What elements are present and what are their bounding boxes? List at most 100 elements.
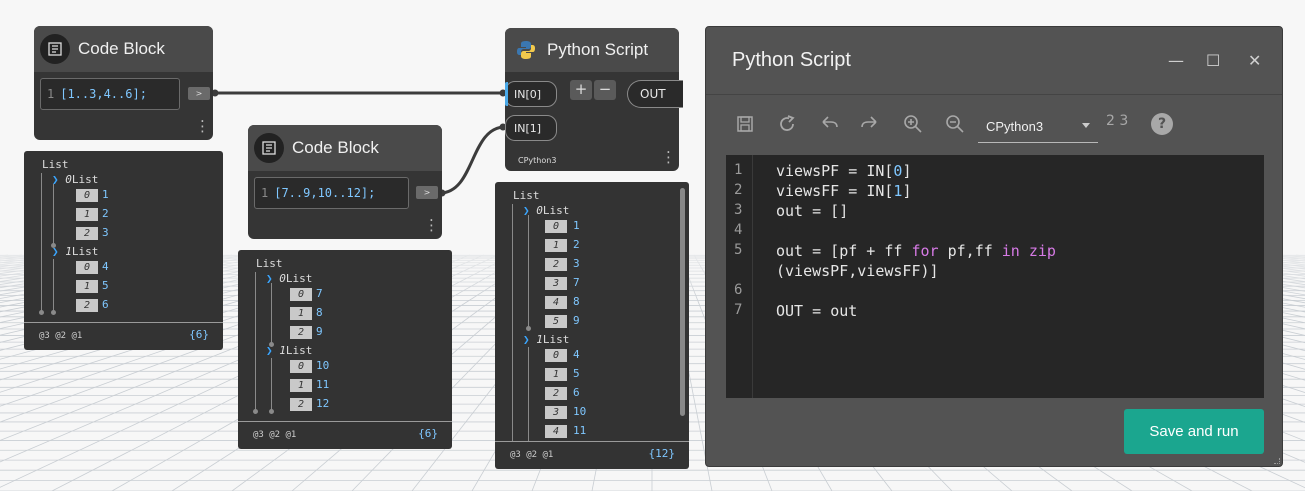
code-input[interactable]: 1 [1..3,4..6];	[40, 78, 180, 110]
output-port[interactable]: >	[188, 87, 210, 100]
code-line: viewsFF = IN[1]	[776, 182, 912, 200]
item-index: 1	[290, 307, 312, 320]
node-header[interactable]: Python Script	[505, 28, 679, 72]
item-index: 0	[290, 288, 312, 301]
preview-bubble-2[interactable]: List ❯ 0List 0 7 1 8 2 9 ❯ 1List 0 10 1 …	[238, 250, 452, 449]
item-value: 7	[573, 276, 580, 289]
output-port[interactable]: >	[416, 186, 438, 199]
item-index: 2	[76, 227, 98, 240]
chevron-right-icon: ❯	[52, 173, 59, 186]
preview-scrollbar[interactable]	[680, 188, 685, 416]
input-port-in1[interactable]: IN[1]	[505, 115, 557, 141]
item-value: 6	[573, 386, 580, 399]
save-icon[interactable]	[734, 113, 756, 135]
code-block-node-2[interactable]: Code Block 1 [7..9,10..12]; > ⋮	[248, 125, 442, 239]
save-and-run-button[interactable]: Save and run	[1124, 409, 1264, 454]
item-index: 3	[545, 277, 567, 290]
preview-root-label: List	[256, 257, 283, 270]
preview-bubble-3[interactable]: List ❯ 0List 0 1 1 2 2 3 3 7 4 8 5 9 ❯ 1…	[495, 182, 689, 469]
list-group-1[interactable]: ❯ 1List	[266, 344, 312, 357]
help-icon[interactable]: ?	[1151, 113, 1173, 135]
item-value: 10	[316, 359, 330, 372]
level-indicator[interactable]: @3 @2 @1	[253, 430, 296, 440]
line-number: 2	[734, 182, 743, 198]
chevron-right-icon: ❯	[523, 333, 530, 346]
item-value: 5	[102, 279, 109, 292]
port-label: IN[1]	[514, 121, 542, 135]
list-group-0[interactable]: ❯ 0List	[266, 272, 312, 285]
tree-line	[53, 259, 54, 311]
tree-line	[41, 173, 42, 313]
zoom-out-icon[interactable]	[944, 113, 966, 135]
maximize-icon[interactable]: ☐	[1206, 51, 1220, 70]
item-index: 1	[76, 280, 98, 293]
code-line-number: 1	[47, 87, 55, 101]
engine-value: CPython3	[986, 119, 1044, 134]
port-label: IN[0]	[514, 87, 542, 101]
item-index: 1	[545, 239, 567, 252]
node-header[interactable]: Code Block	[248, 125, 442, 171]
python-editor-window[interactable]: Python Script — ☐ ✕ CPython3 2 3 ? 1 2 3…	[705, 26, 1283, 467]
code-editor[interactable]: 1 2 3 4 5 6 7 viewsPF = IN[0] viewsFF = …	[726, 155, 1264, 398]
divider	[495, 441, 689, 442]
remove-input-button[interactable]: −	[594, 80, 616, 100]
code-line: OUT = out	[776, 302, 858, 320]
line-number: 7	[734, 302, 743, 318]
input-port-in0[interactable]: IN[0]	[505, 81, 557, 107]
python-script-node[interactable]: Python Script IN[0] IN[1] + − OUT CPytho…	[505, 28, 683, 171]
item-value: 5	[573, 367, 580, 380]
code-text: [7..9,10..12];	[274, 186, 376, 200]
redo-icon[interactable]	[859, 113, 881, 135]
title-divider	[706, 94, 1282, 95]
output-port-out[interactable]: OUT	[627, 80, 683, 108]
chevron-right-icon: ❯	[266, 344, 273, 357]
item-value: 9	[316, 325, 323, 338]
migrate-label: 2 3	[1106, 113, 1129, 129]
migrate-python-icon[interactable]: 2 3	[1106, 113, 1132, 137]
resize-grip-icon[interactable]	[1274, 458, 1280, 464]
list-group-0[interactable]: ❯ 0List	[52, 173, 98, 186]
node-menu-icon[interactable]: ⋮	[424, 218, 439, 233]
item-value: 4	[102, 260, 109, 273]
preview-root-label: List	[42, 158, 69, 171]
refresh-icon[interactable]	[776, 113, 798, 135]
undo-icon[interactable]	[818, 113, 840, 135]
preview-bubble-1[interactable]: List ❯ 0List 0 1 1 2 2 3 ❯ 1List 0 4 1 5…	[24, 151, 223, 350]
item-value: 1	[102, 188, 109, 201]
line-number: 6	[734, 282, 743, 298]
tree-line	[528, 347, 529, 442]
level-indicator[interactable]: @3 @2 @1	[39, 331, 82, 341]
tree-dot	[269, 409, 274, 414]
list-group-0[interactable]: ❯ 0List	[523, 204, 569, 217]
item-value: 4	[573, 348, 580, 361]
code-line: out = []	[776, 202, 849, 220]
graph-canvas[interactable]: Code Block 1 [1..3,4..6]; > ⋮ List ❯ 0Li…	[0, 0, 1305, 491]
item-index: 2	[545, 258, 567, 271]
item-index: 1	[76, 208, 98, 221]
add-input-button[interactable]: +	[570, 80, 592, 100]
code-block-node-1[interactable]: Code Block 1 [1..3,4..6]; > ⋮	[34, 26, 213, 140]
node-header[interactable]: Code Block	[34, 26, 213, 72]
line-number: 3	[734, 202, 743, 218]
item-index: 2	[545, 387, 567, 400]
item-value: 3	[102, 226, 109, 239]
list-group-1[interactable]: ❯ 1List	[52, 245, 98, 258]
node-menu-icon[interactable]: ⋮	[661, 150, 676, 165]
group-label: List	[71, 245, 99, 258]
minimize-icon[interactable]: —	[1168, 51, 1184, 70]
close-icon[interactable]: ✕	[1248, 51, 1261, 70]
item-value: 2	[573, 238, 580, 251]
item-index: 0	[545, 220, 567, 233]
node-menu-icon[interactable]: ⋮	[195, 119, 210, 134]
python-logo-icon	[511, 35, 541, 65]
list-group-1[interactable]: ❯ 1List	[523, 333, 569, 346]
item-index: 0	[76, 189, 98, 202]
engine-dropdown[interactable]: CPython3	[978, 111, 1098, 143]
zoom-in-icon[interactable]	[902, 113, 924, 135]
level-indicator[interactable]: @3 @2 @1	[510, 450, 553, 460]
engine-label: CPython3	[518, 156, 557, 165]
code-input[interactable]: 1 [7..9,10..12];	[254, 177, 409, 209]
code-line-number: 1	[261, 186, 269, 200]
item-index: 1	[290, 379, 312, 392]
item-value: 8	[573, 295, 580, 308]
